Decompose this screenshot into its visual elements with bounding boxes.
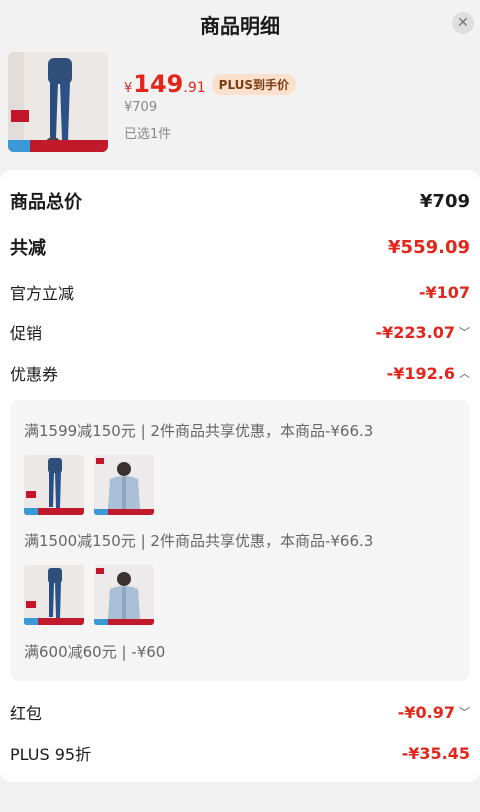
promo-value-wrap[interactable]: -¥223.07 ﹀ bbox=[375, 323, 470, 342]
coupon-label: 优惠券 bbox=[10, 365, 59, 384]
coupon-product-jeans[interactable] bbox=[24, 565, 84, 625]
coupon-details: 满1599减150元 | 2件商品共享优惠，本商品-¥66.3 满1500减15… bbox=[10, 400, 470, 681]
chevron-down-icon[interactable]: ﹀ bbox=[459, 704, 470, 720]
redpacket-value-wrap[interactable]: -¥0.97 ﹀ bbox=[398, 703, 470, 722]
chevron-up-icon[interactable]: ︿ bbox=[459, 365, 470, 381]
original-price: ¥709 bbox=[124, 100, 158, 115]
selected-count: 已选1件 bbox=[124, 127, 172, 142]
coupon-product-jacket[interactable] bbox=[94, 455, 154, 515]
reduction-row: 共减 ¥559.09 bbox=[10, 234, 470, 260]
plus-discount-row: PLUS 95折 -¥35.45 bbox=[10, 741, 470, 765]
chevron-down-icon[interactable]: ﹀ bbox=[459, 324, 470, 340]
reduction-label: 共减 bbox=[10, 238, 46, 259]
product-price: ¥ 149 .91 PLUS到手价 bbox=[124, 70, 297, 98]
coupon-product-jacket[interactable] bbox=[94, 565, 154, 625]
price-detail-card: 商品总价 ¥709 共减 ¥559.09 官方立减 -¥107 促销 -¥223… bbox=[0, 170, 480, 782]
price-symbol: ¥ bbox=[124, 81, 133, 96]
total-price-label: 商品总价 bbox=[10, 192, 82, 213]
plus-discount-label: PLUS 95折 bbox=[10, 745, 92, 764]
page-title: 商品明细 bbox=[200, 14, 280, 38]
coupon-value: -¥192.6 bbox=[386, 363, 455, 383]
total-price-row: 商品总价 ¥709 bbox=[10, 188, 470, 214]
redpacket-row[interactable]: 红包 -¥0.97 ﹀ bbox=[10, 700, 470, 724]
header-area: 商品明细 ✕ ¥ 149 .91 PLUS到手价 ¥709 已选1件 bbox=[0, 0, 480, 170]
promo-label: 促销 bbox=[10, 324, 43, 343]
promo-value: -¥223.07 bbox=[375, 322, 455, 342]
coupon-item-text: 满1599减150元 | 2件商品共享优惠，本商品-¥66.3 bbox=[24, 422, 374, 440]
coupon-item-text: 满600减60元 | -¥60 bbox=[24, 643, 166, 661]
coupon-product-jeans[interactable] bbox=[24, 455, 84, 515]
official-discount-row: 官方立减 -¥107 bbox=[10, 280, 470, 304]
official-discount-value: -¥107 bbox=[418, 282, 470, 302]
plus-price-badge: PLUS到手价 bbox=[211, 74, 297, 95]
total-price-value: ¥709 bbox=[419, 190, 470, 212]
close-button[interactable]: ✕ bbox=[452, 12, 474, 34]
coupon-row[interactable]: 优惠券 -¥192.6 ︿ bbox=[10, 361, 470, 385]
coupon-item-text: 满1500减150元 | 2件商品共享优惠，本商品-¥66.3 bbox=[24, 532, 374, 550]
close-icon: ✕ bbox=[457, 15, 469, 31]
coupon-value-wrap[interactable]: -¥192.6 ︿ bbox=[387, 364, 470, 383]
price-integer: 149 bbox=[133, 70, 184, 98]
plus-discount-value: -¥35.45 bbox=[401, 743, 470, 763]
redpacket-label: 红包 bbox=[10, 704, 43, 723]
reduction-value: ¥559.09 bbox=[388, 236, 470, 258]
price-decimal: .91 bbox=[183, 80, 206, 96]
official-discount-label: 官方立减 bbox=[10, 284, 75, 303]
promo-row[interactable]: 促销 -¥223.07 ﹀ bbox=[10, 320, 470, 344]
redpacket-value: -¥0.97 bbox=[397, 702, 455, 722]
product-image[interactable] bbox=[8, 52, 108, 152]
